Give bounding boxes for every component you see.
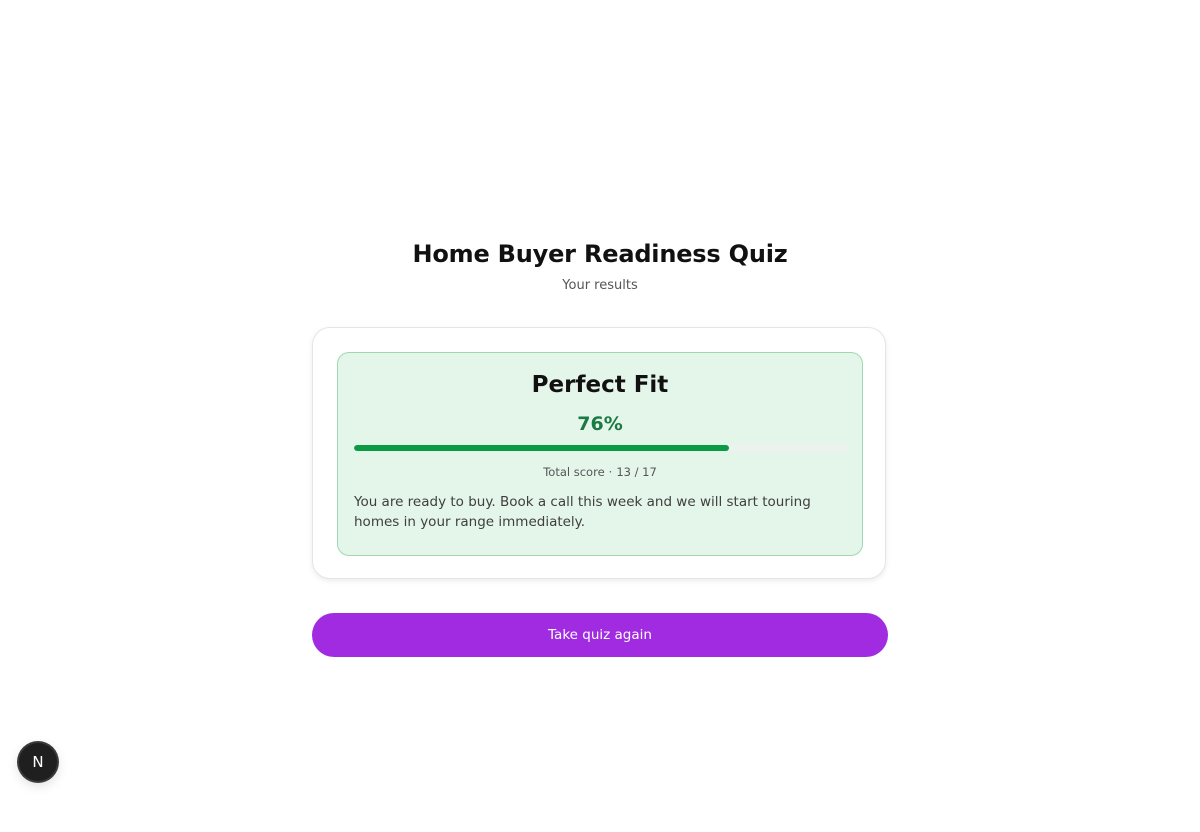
nextjs-icon[interactable]: N bbox=[19, 743, 57, 781]
nextjs-icon-letter: N bbox=[32, 753, 44, 771]
result-percentage: 76% bbox=[577, 413, 623, 435]
page-subtitle: Your results bbox=[562, 278, 638, 293]
total-score-label: Total score bbox=[543, 465, 605, 479]
results-page: Home Buyer Readiness Quiz Your results P… bbox=[0, 0, 1200, 832]
total-score-separator: · bbox=[608, 465, 613, 479]
results-card: Perfect Fit 76% Total score · 13 / 17 You … bbox=[312, 327, 886, 579]
result-title: Perfect Fit bbox=[531, 372, 669, 398]
total-score-value: 13 / 17 bbox=[616, 465, 657, 479]
take-quiz-again-button[interactable]: Take quiz again bbox=[312, 613, 888, 657]
result-panel: Perfect Fit 76% Total score · 13 / 17 You … bbox=[337, 352, 863, 556]
header: Home Buyer Readiness Quiz Your results bbox=[0, 236, 1200, 294]
total-score: Total score · 13 / 17 bbox=[354, 464, 846, 480]
score-progress-bar bbox=[354, 445, 848, 451]
page-title: Home Buyer Readiness Quiz bbox=[412, 240, 788, 268]
result-message: You are ready to buy. Book a call this w… bbox=[354, 494, 811, 530]
score-progress-fill bbox=[354, 445, 730, 451]
